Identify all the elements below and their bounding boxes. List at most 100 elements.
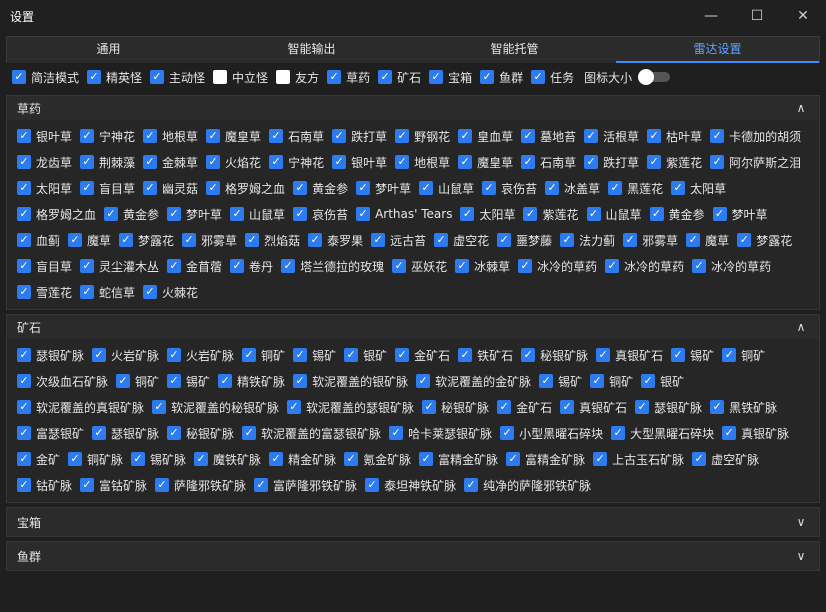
checkbox-checked-icon[interactable] — [458, 155, 473, 169]
ore-item-checkbox[interactable]: 铜矿 — [116, 368, 159, 394]
tab-general[interactable]: 通用 — [7, 37, 210, 63]
herb-item-checkbox[interactable]: 雪莲花 — [17, 279, 72, 305]
checkbox-checked-icon[interactable] — [206, 155, 221, 169]
herb-item-checkbox[interactable]: 梦露花 — [119, 227, 174, 253]
checkbox-checked-icon[interactable] — [521, 348, 536, 362]
herb-item-checkbox[interactable]: 火棘花 — [143, 279, 198, 305]
checkbox-checked-icon[interactable] — [458, 129, 473, 143]
checkbox-checked-icon[interactable] — [92, 426, 107, 440]
ore-item-checkbox[interactable]: 黑铁矿脉 — [710, 394, 777, 420]
checkbox-checked-icon[interactable] — [17, 129, 31, 143]
ore-item-checkbox[interactable]: 火岩矿脉 — [167, 342, 234, 368]
checkbox-checked-icon[interactable] — [80, 181, 95, 195]
herb-item-checkbox[interactable]: 魔皇草 — [458, 149, 513, 175]
checkbox-checked-icon[interactable] — [17, 452, 31, 466]
ore-item-checkbox[interactable]: 软泥覆盖的瑟银矿脉 — [287, 394, 414, 420]
herb-item-checkbox[interactable]: 黄金参 — [649, 201, 705, 227]
minimize-icon[interactable]: — — [688, 0, 734, 32]
checkbox-checked-icon[interactable] — [92, 348, 107, 362]
checkbox-checked-icon[interactable] — [500, 426, 515, 440]
checkbox-checked-icon[interactable] — [455, 259, 470, 273]
checkbox-checked-icon[interactable] — [365, 478, 380, 492]
checkbox-checked-icon[interactable] — [293, 348, 308, 362]
maximize-icon[interactable]: ☐ — [734, 0, 780, 32]
checkbox-checked-icon[interactable] — [531, 70, 546, 84]
checkbox-checked-icon[interactable] — [395, 155, 410, 169]
herb-item-checkbox[interactable]: 格罗姆之血 — [17, 201, 96, 227]
herb-item-checkbox[interactable]: 枯叶草 — [647, 123, 702, 149]
herb-item-checkbox[interactable]: 梦叶草 — [167, 201, 222, 227]
herb-item-checkbox[interactable]: 邪雾草 — [182, 227, 237, 253]
herb-item-checkbox[interactable]: 哀伤苔 — [293, 201, 348, 227]
option-checkbox[interactable]: 中立怪 — [213, 69, 268, 86]
checkbox-checked-icon[interactable] — [460, 207, 475, 221]
checkbox-checked-icon[interactable] — [327, 70, 342, 84]
checkbox-checked-icon[interactable] — [155, 478, 170, 492]
ore-item-checkbox[interactable]: 火岩矿脉 — [92, 342, 159, 368]
checkbox-checked-icon[interactable] — [143, 155, 158, 169]
ore-item-checkbox[interactable]: 锡矿 — [293, 342, 336, 368]
checkbox-checked-icon[interactable] — [293, 181, 308, 195]
ore-item-checkbox[interactable]: 小型黑曜石碎块 — [500, 420, 603, 446]
herb-item-checkbox[interactable]: 野钢花 — [395, 123, 450, 149]
checkbox-checked-icon[interactable] — [17, 348, 31, 362]
checkbox-checked-icon[interactable] — [623, 233, 638, 247]
checkbox-checked-icon[interactable] — [710, 155, 725, 169]
herb-item-checkbox[interactable]: 墓地苔 — [521, 123, 576, 149]
checkbox-checked-icon[interactable] — [269, 452, 284, 466]
checkbox-checked-icon[interactable] — [523, 207, 538, 221]
herb-item-checkbox[interactable]: 魔草 — [68, 227, 111, 253]
checkbox-checked-icon[interactable] — [722, 348, 737, 362]
checkbox-checked-icon[interactable] — [671, 348, 686, 362]
option-checkbox[interactable]: 矿石 — [378, 69, 421, 86]
ore-item-checkbox[interactable]: 软泥覆盖的真银矿脉 — [17, 394, 144, 420]
ore-item-checkbox[interactable]: 富钴矿脉 — [80, 472, 147, 498]
herb-item-checkbox[interactable]: 法力蓟 — [560, 227, 615, 253]
herb-item-checkbox[interactable]: 巫妖花 — [392, 253, 447, 279]
ore-item-checkbox[interactable]: 真银矿石 — [596, 342, 663, 368]
herb-item-checkbox[interactable]: 山鼠草 — [419, 175, 474, 201]
ore-item-checkbox[interactable]: 银矿 — [344, 342, 387, 368]
checkbox-checked-icon[interactable] — [480, 70, 495, 84]
ore-item-checkbox[interactable]: 哈卡莱瑟银矿脉 — [389, 420, 492, 446]
herb-item-checkbox[interactable]: Arthas' Tears — [356, 201, 452, 227]
checkbox-checked-icon[interactable] — [87, 70, 102, 84]
checkbox-checked-icon[interactable] — [80, 478, 95, 492]
checkbox-checked-icon[interactable] — [356, 207, 371, 221]
checkbox-checked-icon[interactable] — [17, 259, 31, 273]
checkbox-checked-icon[interactable] — [12, 70, 26, 84]
herb-item-checkbox[interactable]: 太阳草 — [17, 175, 72, 201]
ore-item-checkbox[interactable]: 精金矿脉 — [269, 446, 336, 472]
checkbox-checked-icon[interactable] — [17, 426, 31, 440]
ore-item-checkbox[interactable]: 秘银矿脉 — [422, 394, 489, 420]
herb-item-checkbox[interactable]: 宁神花 — [269, 149, 324, 175]
close-icon[interactable]: ✕ — [780, 0, 826, 32]
checkbox-checked-icon[interactable] — [692, 259, 707, 273]
herb-item-checkbox[interactable]: 邪雾草 — [623, 227, 678, 253]
herb-item-checkbox[interactable]: 紫莲花 — [647, 149, 702, 175]
checkbox-checked-icon[interactable] — [647, 129, 662, 143]
checkbox-checked-icon[interactable] — [521, 155, 536, 169]
ore-item-checkbox[interactable]: 铁矿石 — [458, 342, 513, 368]
checkbox-checked-icon[interactable] — [131, 452, 146, 466]
ore-item-checkbox[interactable]: 铜矿脉 — [68, 446, 123, 472]
herb-item-checkbox[interactable]: 太阳草 — [460, 201, 515, 227]
checkbox-checked-icon[interactable] — [119, 233, 134, 247]
herb-item-checkbox[interactable]: 活根草 — [584, 123, 639, 149]
checkbox-checked-icon[interactable] — [344, 452, 359, 466]
checkbox-checked-icon[interactable] — [143, 181, 158, 195]
checkbox-checked-icon[interactable] — [17, 233, 31, 247]
herb-item-checkbox[interactable]: 皇血草 — [458, 123, 513, 149]
checkbox-checked-icon[interactable] — [245, 233, 260, 247]
herb-item-checkbox[interactable]: 山鼠草 — [230, 201, 285, 227]
chevron-up-icon[interactable]: ∧ — [793, 101, 809, 115]
option-checkbox[interactable]: 任务 — [531, 69, 574, 86]
ore-item-checkbox[interactable]: 纯净的萨隆邪铁矿脉 — [464, 472, 591, 498]
checkbox-checked-icon[interactable] — [281, 259, 296, 273]
herb-item-checkbox[interactable]: 山鼠草 — [586, 201, 642, 227]
ore-item-checkbox[interactable]: 软泥覆盖的富瑟银矿脉 — [242, 420, 381, 446]
checkbox-checked-icon[interactable] — [143, 285, 158, 299]
checkbox-checked-icon[interactable] — [344, 348, 359, 362]
checkbox-checked-icon[interactable] — [206, 181, 221, 195]
herb-item-checkbox[interactable]: 石南草 — [521, 149, 576, 175]
